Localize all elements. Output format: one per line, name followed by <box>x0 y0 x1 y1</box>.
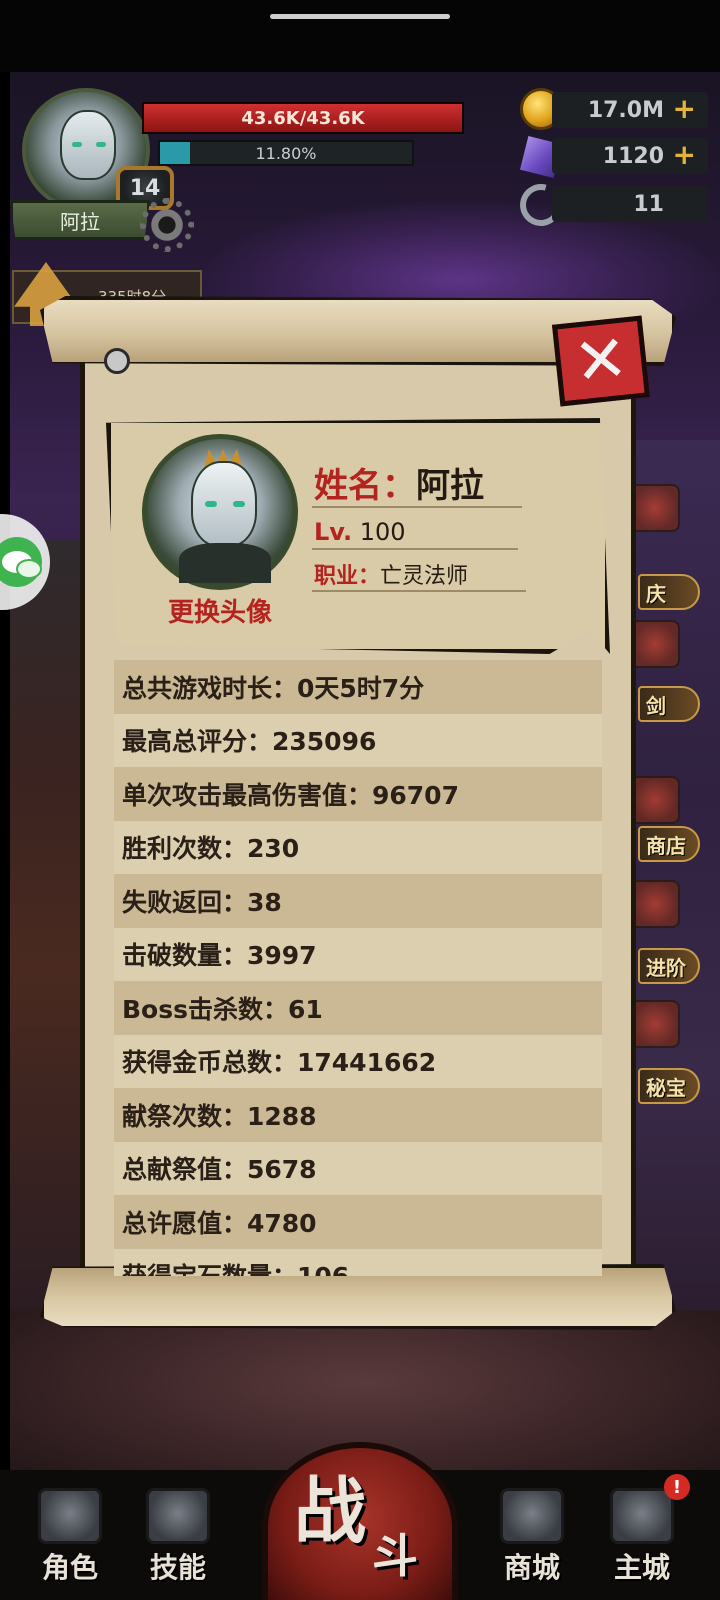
xp-bar: 11.80% <box>158 140 414 166</box>
profile-name-key: 姓名： <box>314 466 416 506</box>
swirl-icon <box>146 1488 210 1544</box>
gem-counter: 1120 + <box>552 138 708 174</box>
stat-row: 献祭次数：1288 <box>114 1088 602 1142</box>
horn-counter: 11 <box>552 186 708 222</box>
fight-label-sub: 斗 <box>372 1529 418 1583</box>
tent-icon <box>500 1488 564 1544</box>
gold-amount: 17.0M <box>587 97 664 123</box>
nav-role-label: 角色 <box>41 1551 98 1584</box>
nav-city-button[interactable]: 主城 <box>592 1486 692 1590</box>
city-alert-badge: ! <box>664 1474 690 1500</box>
castle-icon <box>610 1488 674 1544</box>
nav-shop-label: 商城 <box>503 1551 560 1584</box>
avatar-face <box>191 461 257 547</box>
settings-gear-icon[interactable] <box>140 198 194 252</box>
stat-row: 获得金币总数：17441662 <box>114 1034 602 1088</box>
pin-icon <box>104 348 130 374</box>
stat-row: 获得宝石数量：106 <box>114 1248 602 1276</box>
profile-name: 姓名：阿拉 <box>314 458 484 507</box>
gesture-pill <box>270 14 450 19</box>
stat-row: 总献祭值：5678 <box>114 1141 602 1195</box>
gold-counter: 17.0M + <box>552 92 708 128</box>
stat-row: 胜利次数：230 <box>114 820 602 874</box>
divider <box>312 506 522 508</box>
profile-job-value: 亡灵法师 <box>380 564 469 589</box>
nav-city-label: 主城 <box>613 1551 670 1584</box>
fight-label-main: 战 <box>294 1469 367 1553</box>
hp-bar: 43.6K/43.6K <box>142 102 464 134</box>
helmet-icon <box>38 1488 102 1544</box>
profile-level: Lv. 100 <box>314 518 406 546</box>
stat-row: 单次攻击最高伤害值：96707 <box>114 767 602 821</box>
profile-job-key: 职业： <box>314 564 381 589</box>
nav-role-button[interactable]: 角色 <box>20 1486 120 1590</box>
close-button[interactable]: ✕ <box>551 315 651 407</box>
add-gold-plus-icon[interactable]: + <box>673 94 696 124</box>
stats-list[interactable]: 总共游戏时长：0天5时7分 最高总评分：235096 单次攻击最高伤害值：967… <box>114 660 602 1276</box>
hp-text: 43.6K/43.6K <box>241 107 365 129</box>
profile-level-value: 100 <box>359 518 406 546</box>
stat-row: 击破数量：3997 <box>114 927 602 981</box>
add-gem-plus-icon[interactable]: + <box>673 140 696 170</box>
stat-row: 总许愿值：4780 <box>114 1195 602 1249</box>
stat-row: Boss击杀数：61 <box>114 981 602 1035</box>
profile-avatar[interactable] <box>142 434 298 590</box>
gem-amount: 1120 <box>602 143 664 169</box>
horn-amount: 11 <box>633 191 664 217</box>
game-screen: 庆 剑 商店 进阶 秘宝 43.6K/43.6K 11.80% 14 阿拉 17… <box>0 0 720 1600</box>
divider <box>312 548 518 550</box>
stat-row: 最高总评分：235096 <box>114 713 602 767</box>
stat-row: 总共游戏时长：0天5时7分 <box>114 660 602 714</box>
player-name-plate: 阿拉 <box>10 200 150 240</box>
nav-skill-button[interactable]: 技能 <box>128 1486 228 1590</box>
change-avatar-button[interactable]: 更换头像 <box>154 592 286 629</box>
hud-avatar-face <box>60 110 116 180</box>
stat-row: 失败返回：38 <box>114 874 602 928</box>
profile-name-value: 阿拉 <box>416 466 484 506</box>
status-bar-area <box>0 0 720 72</box>
nav-shop-button[interactable]: 商城 <box>482 1486 582 1590</box>
avatar-body <box>179 543 271 583</box>
profile-job: 职业：亡灵法师 <box>314 558 468 590</box>
nav-skill-label: 技能 <box>149 1551 206 1584</box>
profile-level-key: Lv. <box>314 518 353 546</box>
xp-text: 11.80% <box>255 143 317 163</box>
wechat-icon <box>0 537 42 587</box>
divider <box>312 590 526 592</box>
